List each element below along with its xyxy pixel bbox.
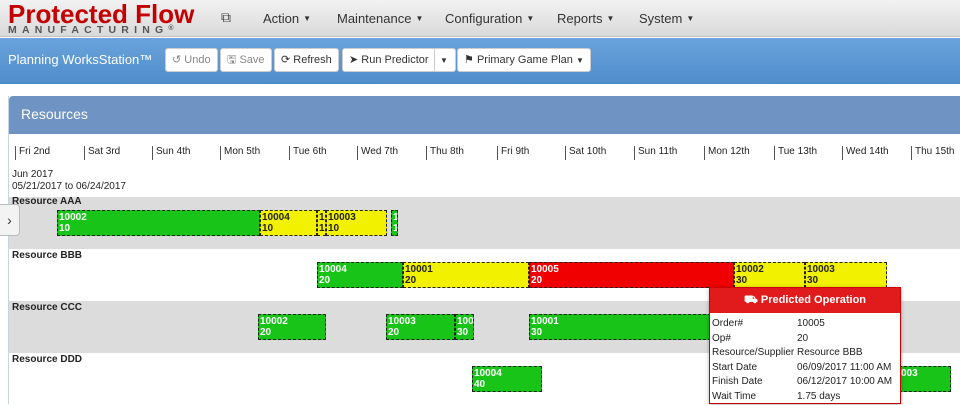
chevron-down-icon: ▼ (576, 56, 584, 65)
chevron-down-icon: ▼ (415, 14, 423, 23)
day-label: Fri 9th (497, 146, 529, 160)
run-predictor-button[interactable]: ➤ Run Predictor (342, 48, 436, 72)
chevron-right-icon: › (7, 212, 12, 228)
chevron-down-icon: ▼ (607, 14, 615, 23)
gantt-bar[interactable]: 1000210 (57, 210, 260, 236)
popup-field: Start Date06/09/2017 11:00 AM (710, 362, 900, 377)
gantt-bar[interactable]: 1000230 (734, 262, 805, 288)
popup-title: Predicted Operation (761, 294, 866, 306)
gantt-bar[interactable]: 10030 (455, 314, 474, 340)
resource-name: Resource CCC (12, 302, 82, 313)
gantt-bar[interactable]: 11 (317, 210, 326, 236)
gantt-bar[interactable]: 1000120 (403, 262, 529, 288)
nav-maintenance[interactable]: Maintenance▼ (337, 11, 423, 26)
date-range: 05/21/2017 to 06/24/2017 (12, 181, 126, 192)
nav-system[interactable]: System▼ (639, 11, 694, 26)
nav-configuration[interactable]: Configuration▼ (445, 11, 534, 26)
run-predictor-dropdown[interactable]: ▼ (434, 48, 456, 72)
primary-game-plan-button[interactable]: ⚑ Primary Game Plan ▼ (457, 48, 591, 72)
day-label: Mon 12th (704, 146, 750, 160)
timeline-header: Fri 2nd Sat 3rd Sun 4th Mon 5th Tue 6th … (0, 146, 960, 166)
gantt-bar[interactable]: 1000410 (260, 210, 317, 236)
gantt-bar[interactable]: 1000130 (529, 314, 711, 340)
day-label: Sun 11th (634, 146, 677, 160)
gantt-bar[interactable]: 003 (899, 366, 951, 392)
top-navbar: Protected Flow MANUFACTURING® ⧉ Action▼ … (0, 0, 960, 37)
popup-field: Resource/SupplierResource BBB (710, 347, 900, 362)
flag-icon: ⚑ (464, 54, 474, 66)
truck-icon: ⛟ (744, 294, 758, 306)
nav-reports[interactable]: Reports▼ (557, 11, 614, 26)
popup-field: Op#20 (710, 333, 900, 348)
toolbar: Planning WorksStation™ ↺ Undo 🖫 Save ⟳ R… (0, 38, 960, 84)
gantt-bar[interactable]: 1000320 (386, 314, 455, 340)
brand-logo[interactable]: Protected Flow MANUFACTURING® (8, 1, 194, 36)
day-label: Thu 8th (426, 146, 464, 160)
popup-field: Order#10005 (710, 318, 900, 333)
nav-action[interactable]: Action▼ (263, 11, 311, 26)
day-label: Wed 7th (357, 146, 398, 160)
day-label: Fri 2nd (15, 146, 50, 160)
resource-name: Resource DDD (12, 354, 82, 365)
page-title: Planning WorksStation™ (8, 52, 152, 67)
panel-header: Resources (9, 96, 960, 134)
undo-button[interactable]: ↺ Undo (165, 48, 218, 72)
send-icon: ➤ (349, 54, 358, 66)
resource-name: Resource BBB (12, 250, 82, 261)
gantt-bar[interactable]: 1000220 (258, 314, 326, 340)
undo-icon: ↺ (172, 54, 181, 66)
resource-name: Resource AAA (12, 196, 82, 207)
save-button[interactable]: 🖫 Save (220, 48, 272, 72)
day-label: Sat 3rd (84, 146, 120, 160)
chevron-down-icon: ▼ (440, 56, 448, 65)
popup-field: Wait Time1.75 days (710, 391, 900, 405)
brand-tagline: MANUFACTURING® (8, 25, 194, 36)
gantt-bar[interactable]: 1000440 (472, 366, 542, 392)
save-icon: 🖫 (227, 54, 236, 66)
day-label: Tue 6th (289, 146, 327, 160)
gantt-bar[interactable]: 11 (391, 210, 398, 236)
copy-icon[interactable]: ⧉ (221, 9, 231, 26)
month-label: Jun 2017 (12, 169, 53, 180)
chevron-down-icon: ▼ (526, 14, 534, 23)
panel-title: Resources (21, 106, 88, 122)
popup-field: Finish Date06/12/2017 10:00 AM (710, 376, 900, 391)
day-label: Tue 13th (774, 146, 817, 160)
day-label: Wed 14th (842, 146, 889, 160)
refresh-button[interactable]: ⟳ Refresh (274, 48, 339, 72)
gantt-bar[interactable]: 1000330 (805, 262, 887, 288)
expand-sidebar-button[interactable]: › (0, 204, 20, 236)
day-label: Mon 5th (220, 146, 260, 160)
chevron-down-icon: ▼ (303, 14, 311, 23)
gantt-bar-selected[interactable]: 1000520 (529, 262, 734, 288)
day-label: Sun 4th (152, 146, 190, 160)
day-label: Sat 10th (565, 146, 606, 160)
chevron-down-icon: ▼ (686, 14, 694, 23)
predicted-operation-popup: ⛟ Predicted Operation Order#10005 Op#20 … (709, 287, 901, 404)
day-label: Thu 15th (911, 146, 954, 160)
gantt-bar[interactable]: 1000420 (317, 262, 403, 288)
gantt-bar[interactable]: 1000310 (326, 210, 387, 236)
popup-header: ⛟ Predicted Operation (710, 288, 900, 313)
refresh-icon: ⟳ (281, 54, 290, 66)
